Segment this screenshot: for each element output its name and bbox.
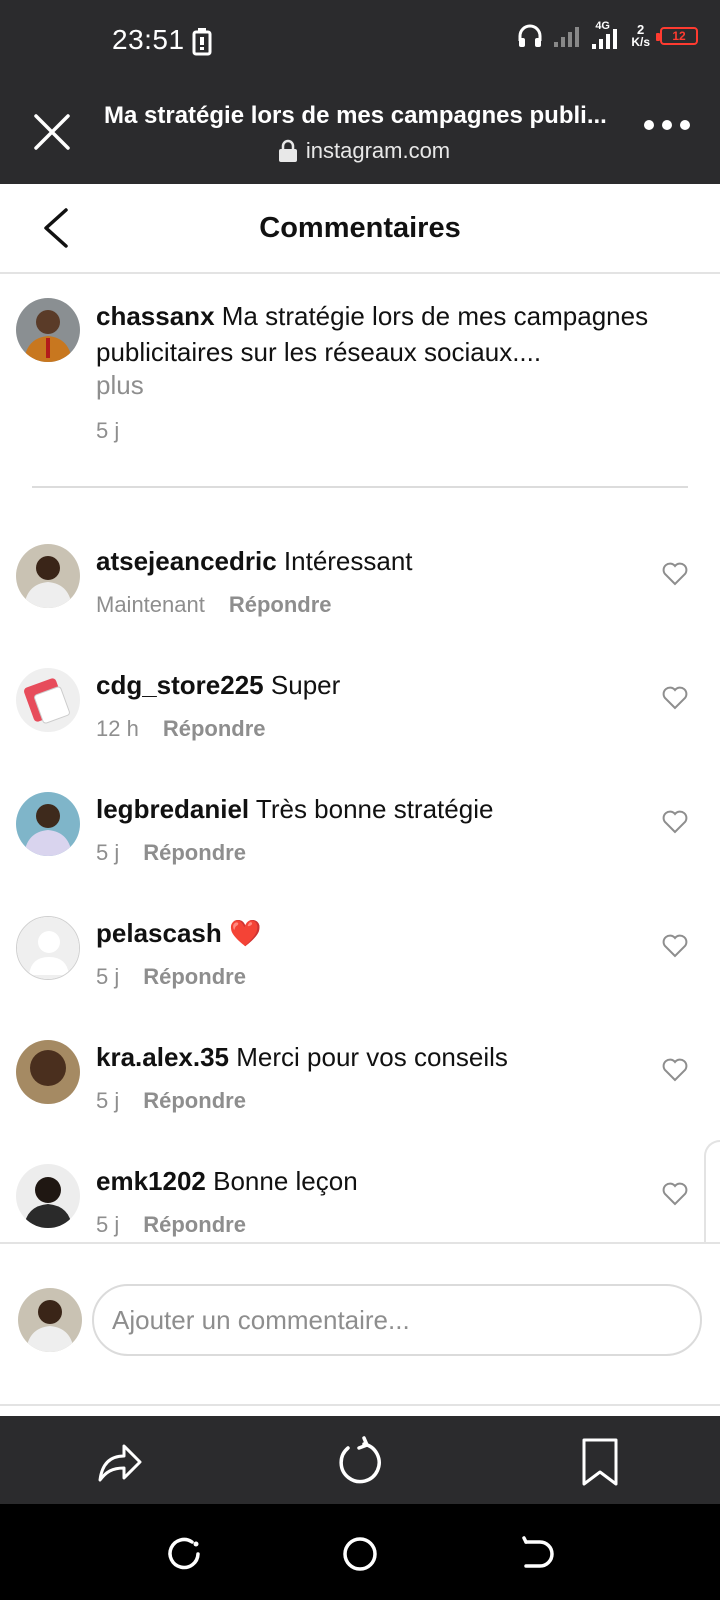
caption-more-link[interactable]: plus (96, 370, 144, 401)
avatar (18, 1288, 82, 1352)
avatar[interactable] (16, 1040, 80, 1104)
reply-button[interactable]: Répondre (143, 1212, 246, 1238)
heart-icon[interactable] (662, 934, 688, 958)
reply-button[interactable]: Répondre (143, 1088, 246, 1114)
comment-text: cdg_store225 Super (96, 670, 340, 701)
post-caption: chassanx Ma stratégie lors de mes campag… (0, 274, 720, 488)
comment-body: Super (270, 670, 341, 700)
comment-body: ❤️ (228, 918, 262, 948)
comment-username[interactable]: emk1202 (96, 1166, 206, 1196)
comment-username[interactable]: legbredaniel (96, 794, 249, 824)
comment-item: atsejeancedric Intéressant Maintenant Ré… (0, 530, 720, 654)
battery-icon: 12 (656, 27, 698, 45)
avatar[interactable] (16, 298, 80, 362)
comment-meta: 5 j Répondre (96, 840, 246, 866)
back-icon[interactable] (516, 1534, 556, 1574)
comment-time: 12 h (96, 716, 139, 741)
comment-time: 5 j (96, 964, 120, 989)
reply-button[interactable]: Répondre (229, 592, 332, 618)
heart-icon[interactable] (662, 686, 688, 710)
comment-meta: 5 j Répondre (96, 1088, 246, 1114)
url-display[interactable]: instagram.com (104, 138, 624, 164)
comment-meta: 5 j Répondre (96, 964, 246, 990)
comment-username[interactable]: kra.alex.35 (96, 1042, 229, 1072)
comment-time: 5 j (96, 840, 120, 865)
comment-item: pelascash ❤️ 5 j Répondre (0, 902, 720, 1026)
page-title-text: Ma stratégie lors de mes campagnes publi… (104, 102, 607, 129)
reply-button[interactable]: Répondre (143, 840, 246, 866)
headphones-icon (518, 24, 542, 47)
battery-saver-icon (192, 28, 212, 56)
comment-meta: Maintenant Répondre (96, 592, 332, 618)
browser-title-bar: Ma stratégie lors de mes campagnes publi… (0, 82, 720, 184)
reply-button[interactable]: Répondre (143, 964, 246, 990)
comment-text: atsejeancedric Intéressant (96, 546, 413, 577)
divider (0, 1404, 720, 1406)
system-nav-bar (0, 1504, 720, 1600)
page-title: Commentaires (259, 212, 461, 244)
comment-time: 5 j (96, 1212, 120, 1237)
network-speed: 2 K/s (631, 23, 650, 49)
bookmark-icon[interactable] (574, 1436, 626, 1488)
heart-icon[interactable] (662, 810, 688, 834)
comment-item: kra.alex.35 Merci pour vos conseils 5 j … (0, 1026, 720, 1150)
comment-time: Maintenant (96, 592, 205, 617)
status-bar: 23:51 4G 2 K/s 12 (0, 0, 720, 82)
comment-text: emk1202 Bonne leçon (96, 1166, 358, 1197)
browser-toolbar (0, 1416, 720, 1504)
divider (32, 486, 688, 488)
comment-item: cdg_store225 Super 12 h Répondre (0, 654, 720, 778)
share-icon[interactable] (94, 1436, 146, 1488)
comment-body: Bonne leçon (213, 1166, 358, 1196)
comment-composer (0, 1244, 720, 1404)
avatar[interactable] (16, 792, 80, 856)
avatar-placeholder[interactable] (16, 916, 80, 980)
avatar[interactable] (16, 668, 80, 732)
battery-level: 12 (672, 29, 686, 43)
refresh-icon[interactable] (334, 1436, 386, 1488)
status-time: 23:51 (112, 24, 185, 55)
comment-body: Merci pour vos conseils (236, 1042, 508, 1072)
heart-icon[interactable] (662, 562, 688, 586)
comment-input[interactable] (92, 1284, 702, 1356)
reply-button[interactable]: Répondre (163, 716, 266, 742)
comment-text: pelascash ❤️ (96, 918, 261, 949)
caption-username[interactable]: chassanx (96, 301, 215, 331)
lock-icon (278, 139, 297, 162)
avatar[interactable] (16, 1164, 80, 1228)
comment-meta: 5 j Répondre (96, 1212, 246, 1238)
recent-apps-icon[interactable] (164, 1534, 204, 1574)
comment-username[interactable]: cdg_store225 (96, 670, 264, 700)
comment-username[interactable]: atsejeancedric (96, 546, 277, 576)
comment-text: legbredaniel Très bonne stratégie (96, 794, 493, 825)
caption-time: 5 j (96, 418, 120, 443)
comments-list: atsejeancedric Intéressant Maintenant Ré… (0, 530, 720, 1274)
comment-time: 5 j (96, 1088, 120, 1113)
comment-body: Intéressant (283, 546, 413, 576)
comment-text: kra.alex.35 Merci pour vos conseils (96, 1042, 508, 1073)
signal-weak-icon (554, 27, 580, 47)
close-icon[interactable] (32, 112, 72, 152)
heart-icon[interactable] (662, 1058, 688, 1082)
comments-header: Commentaires (0, 184, 720, 274)
comment-body: Très bonne stratégie (255, 794, 494, 824)
comment-username[interactable]: pelascash (96, 918, 222, 948)
avatar[interactable] (16, 544, 80, 608)
caption-text: chassanx Ma stratégie lors de mes campag… (96, 298, 696, 370)
heart-icon[interactable] (662, 1182, 688, 1206)
status-icons: 4G 2 K/s 12 (517, 20, 698, 50)
home-icon[interactable] (340, 1534, 380, 1574)
comment-meta: 12 h Répondre (96, 716, 266, 742)
domain-text: instagram.com (305, 138, 451, 163)
more-options-icon[interactable] (644, 120, 690, 130)
speed-unit: K/s (631, 35, 650, 49)
signal-4g-icon: 4G (591, 20, 621, 50)
comment-item: legbredaniel Très bonne stratégie 5 j Ré… (0, 778, 720, 902)
